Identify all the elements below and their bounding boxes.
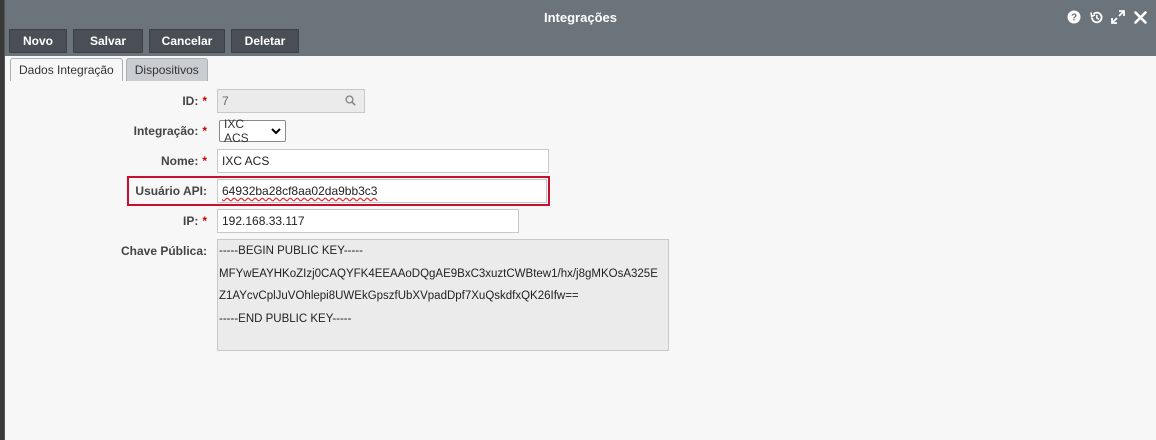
search-icon[interactable] bbox=[345, 95, 356, 109]
ip-input[interactable]: 192.168.33.117 bbox=[217, 209, 519, 233]
chave-publica-line: Z1AYcvCplJuVOhlepi8UWEkGpszfUbXVpadDpf7X… bbox=[219, 290, 579, 302]
maximize-icon[interactable] bbox=[1110, 9, 1126, 25]
usuario-api-value: 64932ba28cf8aa02da9bb3c3 bbox=[222, 184, 378, 198]
window-controls: ? bbox=[1066, 9, 1148, 25]
nome-required-marker: * bbox=[202, 154, 207, 168]
chave-publica-textarea[interactable]: -----BEGIN PUBLIC KEY----- MFYwEAYHKoZIz… bbox=[217, 239, 669, 351]
id-required-marker: * bbox=[202, 94, 207, 108]
usuario-api-input[interactable]: 64932ba28cf8aa02da9bb3c3 bbox=[217, 179, 547, 203]
integracoes-window: Integrações ? Novo Salvar Cancelar Delet… bbox=[4, 0, 1156, 440]
cancelar-button[interactable]: Cancelar bbox=[149, 29, 225, 53]
id-field[interactable]: 7 bbox=[217, 89, 365, 113]
window-titlebar: Integrações ? Novo Salvar Cancelar Delet… bbox=[5, 0, 1156, 81]
integracao-required-marker: * bbox=[202, 124, 207, 138]
integracao-label-text: Integração: bbox=[133, 124, 199, 138]
nome-label-text: Nome: bbox=[160, 154, 199, 168]
id-label-text: ID: bbox=[182, 94, 199, 108]
novo-button[interactable]: Novo bbox=[9, 29, 67, 53]
deletar-button[interactable]: Deletar bbox=[231, 29, 299, 53]
help-icon[interactable]: ? bbox=[1066, 9, 1082, 25]
svg-text:?: ? bbox=[1071, 13, 1077, 24]
toolbar: Novo Salvar Cancelar Deletar bbox=[9, 29, 299, 53]
integracao-label: Integração: * bbox=[5, 124, 207, 138]
nome-input[interactable]: IXC ACS bbox=[217, 149, 549, 173]
id-label: ID: * bbox=[5, 94, 207, 108]
chave-publica-line: MFYwEAYHKoZIzj0CAQYFK4EEAAoDQgAE9BxC3xuz… bbox=[219, 267, 658, 280]
integracao-select[interactable]: IXC ACS bbox=[219, 117, 286, 145]
usuario-api-label: Usuário API: bbox=[5, 184, 207, 198]
chave-publica-line: -----BEGIN PUBLIC KEY----- bbox=[219, 245, 363, 257]
tab-dados-integracao[interactable]: Dados Integração bbox=[10, 58, 123, 81]
chave-publica-line: -----END PUBLIC KEY----- bbox=[219, 312, 352, 325]
usuario-api-label-text: Usuário API: bbox=[135, 184, 207, 198]
ip-required-marker: * bbox=[202, 214, 207, 228]
chevron-down-icon bbox=[271, 124, 281, 138]
nome-label: Nome: * bbox=[5, 154, 207, 168]
tab-bar: Dados Integração Dispositivos bbox=[10, 58, 208, 81]
history-icon[interactable] bbox=[1088, 9, 1104, 25]
ip-label: IP: * bbox=[5, 214, 207, 228]
id-value: 7 bbox=[222, 94, 229, 108]
integracao-selected-value: IXC ACS bbox=[224, 117, 249, 145]
tab-dispositivos[interactable]: Dispositivos bbox=[125, 58, 208, 81]
salvar-button[interactable]: Salvar bbox=[73, 29, 143, 53]
ip-label-text: IP: bbox=[182, 214, 199, 228]
close-icon[interactable] bbox=[1132, 9, 1148, 25]
chave-publica-label: Chave Pública: bbox=[5, 244, 207, 258]
window-title: Integrações bbox=[544, 10, 617, 25]
form-dados-integracao: ID: * 7 Integração: * IXC ACS Nome: * IXC A… bbox=[5, 81, 1156, 440]
chave-publica-label-text: Chave Pública: bbox=[120, 244, 207, 258]
